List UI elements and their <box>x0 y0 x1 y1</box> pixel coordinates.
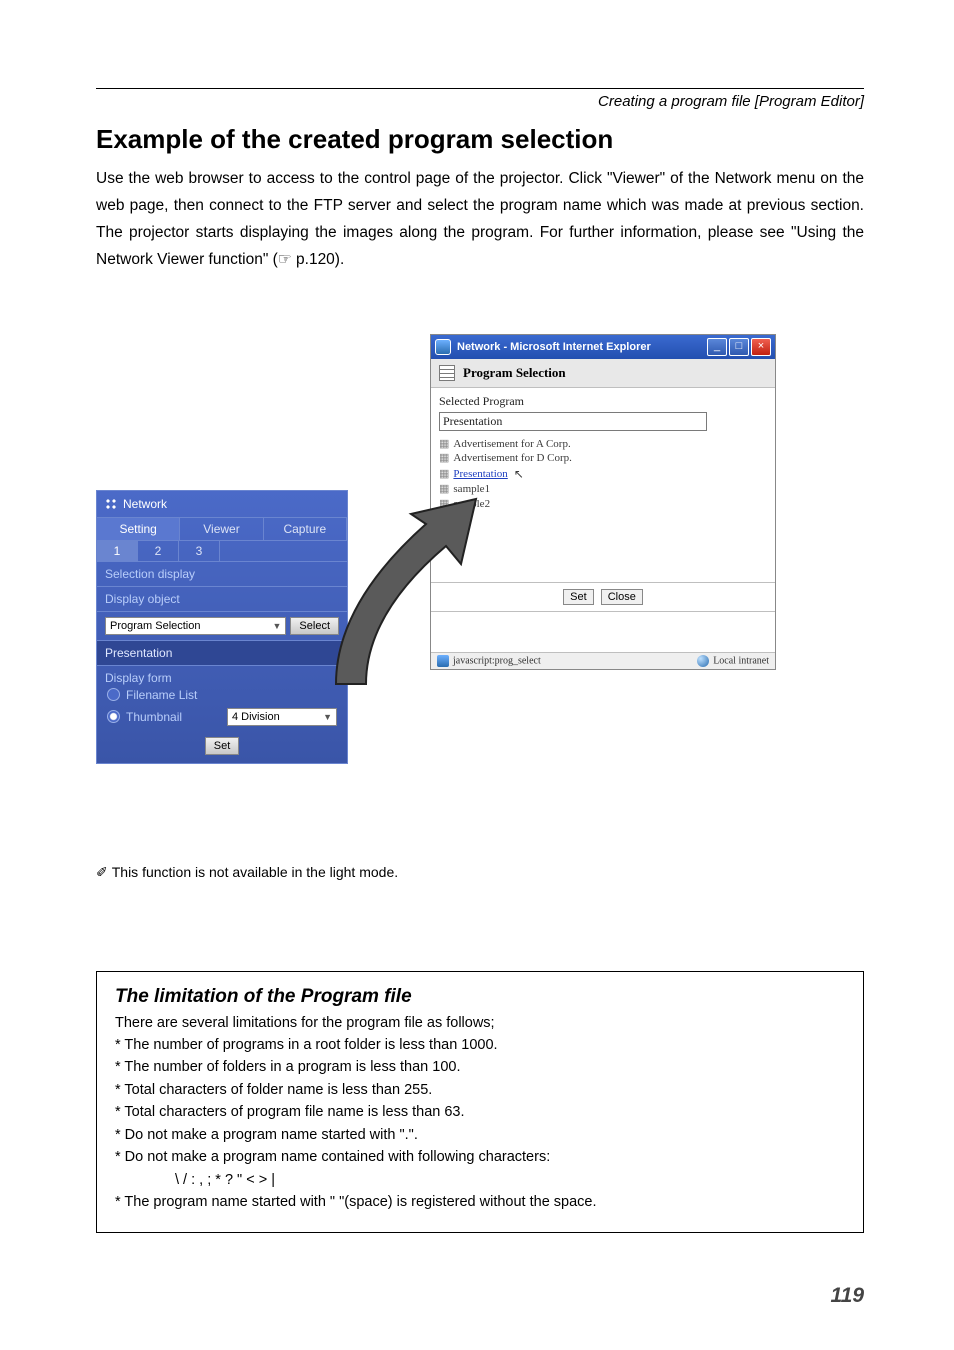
panel-title: Network <box>123 497 167 511</box>
row-display-form: Display form <box>97 666 347 685</box>
status-left: javascript:prog_select <box>453 655 541 666</box>
doc-icon: ▦ <box>439 437 449 452</box>
limitation-box: The limitation of the Program file There… <box>96 971 864 1233</box>
row-presentation[interactable]: Presentation <box>97 641 347 666</box>
selected-program-label: Selected Program <box>439 394 767 409</box>
box-line: * The program name started with " "(spac… <box>115 1191 845 1213</box>
list-item[interactable]: ▦Advertisement for D Corp. <box>439 451 767 466</box>
note: ✐This function is not available in the l… <box>96 864 864 881</box>
grid-icon <box>439 365 455 381</box>
program-list: ▦Advertisement for A Corp. ▦Advertisemen… <box>439 437 767 513</box>
network-panel: Network Setting Viewer Capture 1 2 3 Sel… <box>96 490 348 764</box>
minimize-icon[interactable]: _ <box>707 338 727 356</box>
box-line: * The number of folders in a program is … <box>115 1056 845 1078</box>
number-tabs: 1 2 3 <box>97 541 347 562</box>
box-line: * Do not make a program name started wit… <box>115 1124 845 1146</box>
radio-icon <box>107 688 120 701</box>
section-header-text: Program Selection <box>463 365 566 381</box>
set-button[interactable]: Set <box>563 589 594 605</box>
tab-3[interactable]: 3 <box>179 541 220 561</box>
page-title: Example of the created program selection <box>96 124 864 155</box>
ie-window: Network - Microsoft Internet Explorer _ … <box>430 334 776 671</box>
list-item[interactable]: ▦Advertisement for A Corp. <box>439 437 767 452</box>
box-title: The limitation of the Program file <box>115 986 845 1008</box>
pencil-icon: ✐ <box>96 864 108 880</box>
figure-area: Network - Microsoft Internet Explorer _ … <box>96 334 864 864</box>
close-button[interactable]: Close <box>601 589 643 605</box>
box-intro: There are several limitations for the pr… <box>115 1012 845 1034</box>
row-selection-display[interactable]: Selection display <box>97 562 347 587</box>
division-dropdown[interactable]: 4 Division ▼ <box>227 708 337 726</box>
doc-icon: ▦ <box>439 482 449 497</box>
ie-icon <box>435 339 451 355</box>
main-tabs: Setting Viewer Capture <box>97 518 347 541</box>
button-row: Set Close <box>431 582 775 612</box>
chevron-down-icon: ▼ <box>323 712 332 722</box>
section-header: Program Selection <box>431 359 775 388</box>
program-selection-dropdown[interactable]: Program Selection ▼ <box>105 617 286 635</box>
tab-capture[interactable]: Capture <box>264 518 347 540</box>
box-line: * Total characters of folder name is les… <box>115 1079 845 1101</box>
row-display-object[interactable]: Display object <box>97 587 347 612</box>
ie-icon <box>437 655 449 667</box>
breadcrumb: Creating a program file [Program Editor] <box>96 93 864 110</box>
doc-icon: ▦ <box>439 497 449 512</box>
chevron-down-icon: ▼ <box>273 621 282 631</box>
status-right: Local intranet <box>713 655 769 666</box>
radio-filename-list[interactable]: Filename List <box>97 685 347 705</box>
program-selection-row: Program Selection ▼ Select <box>97 612 347 641</box>
close-icon[interactable]: × <box>751 338 771 356</box>
box-line: * The number of programs in a root folde… <box>115 1034 845 1056</box>
window-title: Network - Microsoft Internet Explorer <box>457 341 701 353</box>
window-titlebar[interactable]: Network - Microsoft Internet Explorer _ … <box>431 335 775 359</box>
maximize-icon[interactable]: □ <box>729 338 749 356</box>
selected-program-field[interactable]: Presentation <box>439 412 707 431</box>
status-bar: javascript:prog_select Local intranet <box>431 652 775 669</box>
list-item[interactable]: ▦sample2 <box>439 497 767 512</box>
panel-header: Network <box>97 491 347 518</box>
list-item[interactable]: ▦sample1 <box>439 482 767 497</box>
dots-icon <box>105 498 117 510</box>
select-button[interactable]: Select <box>290 617 339 635</box>
tab-1[interactable]: 1 <box>97 541 138 561</box>
cursor-icon: ↖ <box>514 466 524 482</box>
tab-setting[interactable]: Setting <box>97 518 180 540</box>
tab-2[interactable]: 2 <box>138 541 179 561</box>
doc-icon: ▦ <box>439 451 449 466</box>
intro-paragraph: Use the web browser to access to the con… <box>96 165 864 274</box>
radio-thumbnail[interactable]: Thumbnail 4 Division ▼ <box>97 705 347 729</box>
box-line: * Total characters of program file name … <box>115 1101 845 1123</box>
top-rule <box>96 88 864 89</box>
box-chars: \ / : , ; * ? " < > | <box>175 1169 845 1191</box>
box-line: * Do not make a program name contained w… <box>115 1146 845 1168</box>
tab-viewer[interactable]: Viewer <box>180 518 263 540</box>
list-item[interactable]: ▦Presentation↖ <box>439 466 767 482</box>
intranet-icon <box>697 655 709 667</box>
page-number: 119 <box>831 1284 864 1308</box>
doc-icon: ▦ <box>439 467 449 482</box>
set-button[interactable]: Set <box>205 737 240 755</box>
radio-icon <box>107 710 120 723</box>
